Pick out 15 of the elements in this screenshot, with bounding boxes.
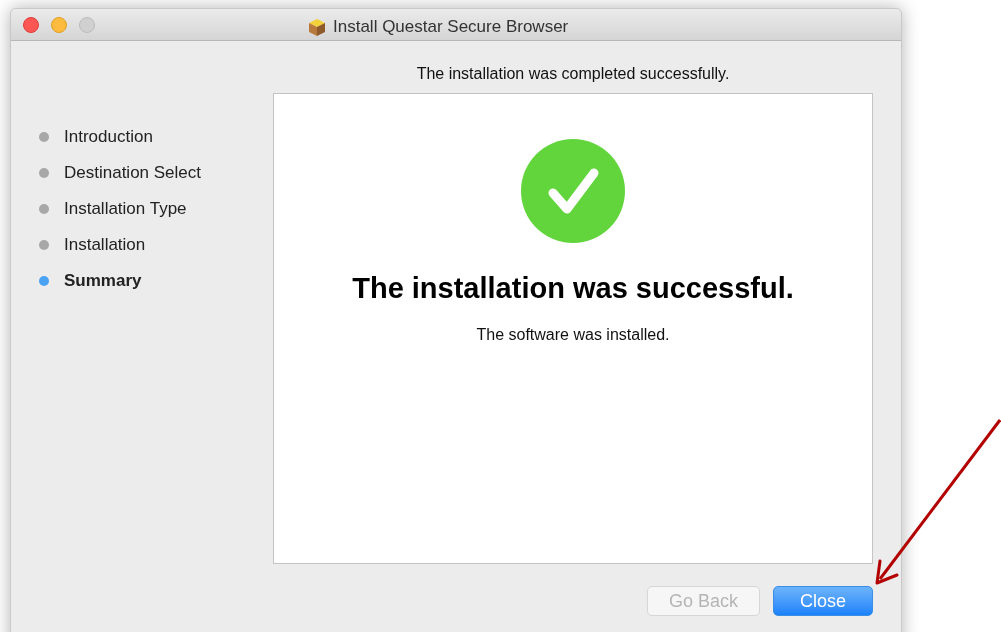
step-label: Introduction [64, 126, 153, 149]
status-text: The installation was completed successfully. [415, 64, 731, 84]
step-label: Summary [64, 270, 142, 293]
step-label: Destination Select [64, 162, 202, 185]
minimize-button[interactable] [51, 16, 67, 33]
close-window-button[interactable] [23, 16, 39, 33]
dialog-button[interactable]: Close [773, 586, 873, 616]
step-label: Installation Type [64, 198, 187, 221]
zoom-button[interactable] [79, 16, 95, 33]
step-label: Installation [64, 234, 146, 257]
checkmark-icon [521, 139, 625, 243]
window-title: Install Questar Secure Browser [333, 16, 569, 38]
package-icon [307, 16, 327, 37]
success-message: The software was installed. [476, 324, 670, 345]
success-heading: The installation was successful. [352, 271, 794, 306]
